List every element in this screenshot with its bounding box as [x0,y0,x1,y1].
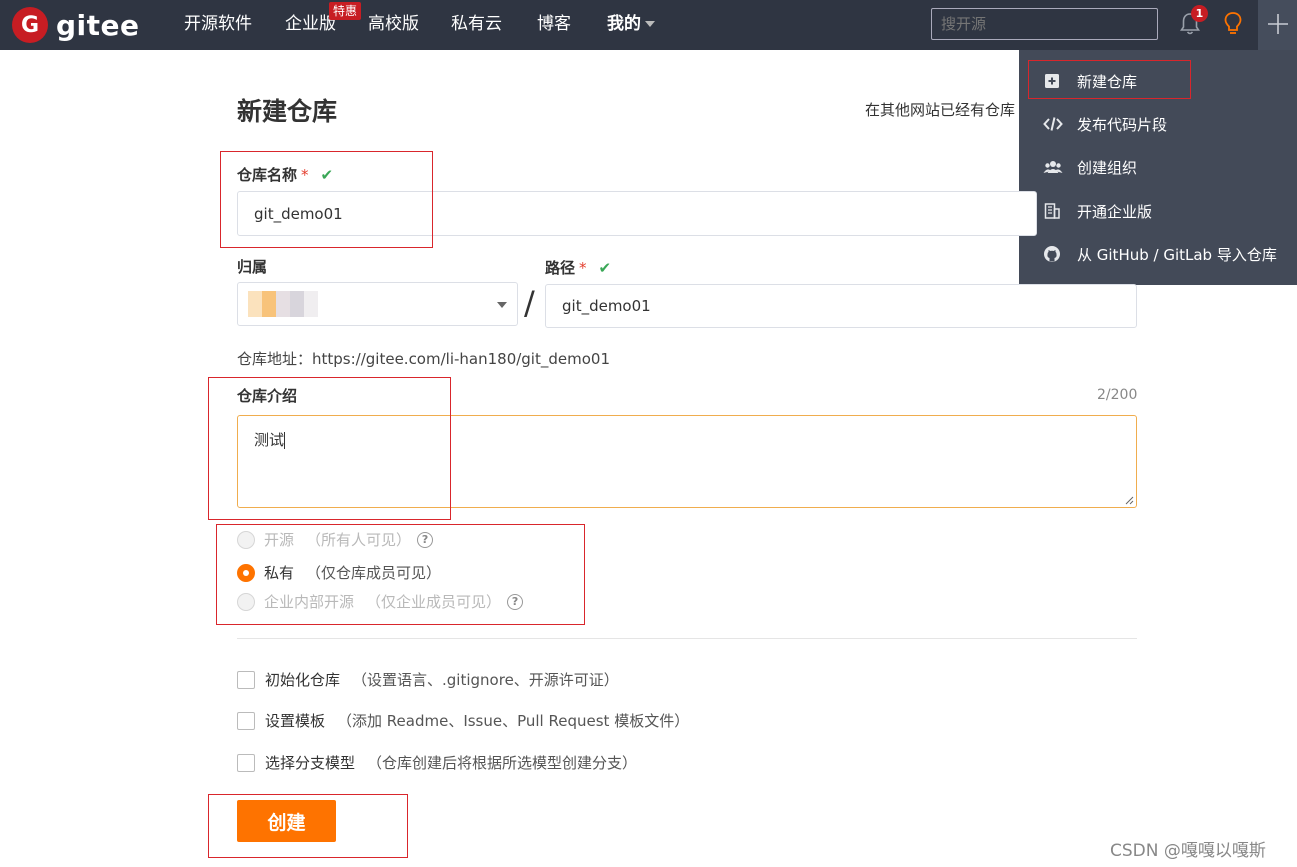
nav-private-cloud[interactable]: 私有云 [451,13,502,35]
checkbox[interactable] [237,753,255,772]
top-navbar: G gitee 开源软件 企业版 特惠 高校版 私有云 博客 我的 1 [0,0,1297,50]
menu-item-label: 从 GitHub / GitLab 导入仓库 [1077,245,1277,264]
checkbox-label: 选择分支模型 [265,754,356,772]
path-label-text: 路径 [545,259,576,277]
checkbox-label: 设置模板 [265,712,326,730]
annotation-box-visibility [216,524,585,625]
path-label: 路径 * ✔ [545,257,611,278]
path-separator: / [524,284,535,322]
menu-item-import[interactable]: 从 GitHub / GitLab 导入仓库 [1019,234,1297,274]
notification-count-badge: 1 [1191,5,1208,22]
nav-blog[interactable]: 博客 [537,13,571,35]
checkbox-note: （设置语言、.gitignore、开源许可证） [352,671,619,689]
annotation-box-description [208,377,451,520]
menu-item-new-org[interactable]: 创建组织 [1019,147,1297,187]
chevron-down-icon [645,21,655,27]
promo-badge: 特惠 [329,2,362,20]
path-input[interactable]: git_demo01 [545,284,1137,328]
users-icon [1043,161,1063,173]
menu-item-label: 发布代码片段 [1077,115,1168,134]
search-input[interactable] [931,8,1158,40]
owner-select[interactable] [237,282,518,326]
checkbox[interactable] [237,670,255,689]
nav-mine-label: 我的 [607,14,641,34]
resize-handle-icon[interactable] [1124,495,1134,505]
checkbox[interactable] [237,711,255,730]
github-icon [1044,246,1060,262]
annotation-box-new-repo [1028,60,1191,99]
path-value: git_demo01 [562,297,651,315]
owner-label: 归属 [237,258,268,276]
create-menu-button[interactable] [1258,0,1297,50]
option-init-repo[interactable]: 初始化仓库 （设置语言、.gitignore、开源许可证） [237,669,619,690]
import-hint-link[interactable]: 在其他网站已经有仓库 [865,99,1015,120]
annotation-box-create [208,794,408,858]
menu-item-new-snippet[interactable]: 发布代码片段 [1019,104,1297,144]
check-icon: ✔ [598,259,612,277]
checkbox-label: 初始化仓库 [265,671,341,689]
menu-item-enterprise[interactable]: 开通企业版 [1019,191,1297,231]
gitee-logo-icon: G [12,7,48,43]
gitee-logo[interactable]: G gitee [12,7,140,43]
chevron-down-icon [497,302,507,308]
nav-mine[interactable]: 我的 [607,13,655,35]
repo-url-text: 仓库地址：https://gitee.com/li-han180/git_dem… [237,350,610,368]
code-icon [1043,117,1063,131]
annotation-box-repo-name [220,151,433,248]
gitee-logo-text: gitee [56,8,140,42]
checkbox-note: （添加 Readme、Issue、Pull Request 模板文件） [337,712,690,730]
option-branch-model[interactable]: 选择分支模型 （仓库创建后将根据所选模型创建分支） [237,752,637,773]
building-icon [1044,203,1060,219]
nav-education[interactable]: 高校版 [368,13,419,35]
watermark: CSDN @嘎嘎以嘎斯 [1110,841,1266,861]
menu-item-label: 开通企业版 [1077,202,1153,221]
required-asterisk: * [579,259,587,277]
owner-avatar [248,291,318,317]
plus-icon [1268,14,1288,34]
section-divider [237,638,1137,639]
menu-item-label: 创建组织 [1077,158,1138,177]
page-title: 新建仓库 [237,97,338,126]
option-set-template[interactable]: 设置模板 （添加 Readme、Issue、Pull Request 模板文件） [237,710,689,731]
checkbox-note: （仓库创建后将根据所选模型创建分支） [367,754,638,772]
nav-open-source[interactable]: 开源软件 [184,13,252,35]
lightbulb-icon[interactable] [1221,10,1245,38]
char-counter: 2/200 [1097,387,1138,403]
